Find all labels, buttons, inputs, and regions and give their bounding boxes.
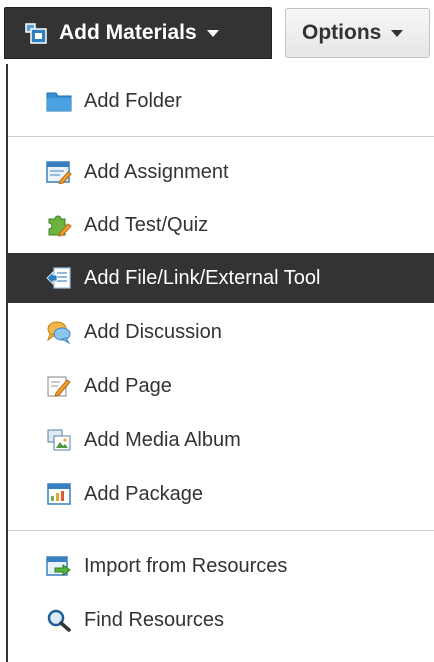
menu-item-add-page[interactable]: Add Page	[8, 361, 434, 411]
find-search-icon	[46, 608, 72, 632]
options-button[interactable]: Options	[285, 8, 430, 58]
menu-item-import-from-resources[interactable]: Import from Resources	[8, 541, 434, 591]
menu-item-add-folder[interactable]: Add Folder	[8, 76, 434, 126]
menu-item-label: Add Assignment	[84, 161, 229, 183]
test-quiz-icon	[46, 213, 72, 237]
menu-item-label: Add File/Link/External Tool	[84, 267, 321, 289]
menu-divider	[8, 530, 434, 531]
add-materials-icon	[23, 20, 49, 46]
assignment-icon	[46, 160, 72, 185]
chevron-down-icon	[391, 29, 404, 37]
menu-item-label: Add Folder	[84, 90, 182, 112]
media-album-icon	[46, 428, 72, 452]
discussion-icon	[46, 320, 72, 345]
menu-item-add-media-album[interactable]: Add Media Album	[8, 415, 434, 465]
package-icon	[46, 482, 72, 506]
add-materials-label: Add Materials	[59, 21, 197, 44]
menu-item-label: Add Page	[84, 375, 172, 397]
menu-item-find-resources[interactable]: Find Resources	[8, 595, 434, 645]
menu-item-add-discussion[interactable]: Add Discussion	[8, 307, 434, 357]
add-materials-button[interactable]: Add Materials	[4, 7, 272, 59]
menu-item-add-file-link-external-tool[interactable]: Add File/Link/External Tool	[8, 253, 434, 303]
menu-item-label: Import from Resources	[84, 555, 288, 577]
menu-item-label: Add Test/Quiz	[84, 214, 209, 236]
folder-icon	[46, 89, 72, 113]
file-link-icon	[46, 266, 72, 290]
menu-item-add-test-quiz[interactable]: Add Test/Quiz	[8, 200, 434, 250]
menu-item-label: Add Discussion	[84, 321, 222, 343]
options-label: Options	[302, 21, 382, 44]
add-materials-menu: Add Folder Add Assignment Add Test/Quiz	[6, 64, 434, 662]
page-icon	[46, 374, 72, 398]
menu-item-label: Add Package	[84, 483, 203, 505]
menu-divider	[8, 136, 434, 137]
menu-item-label: Add Media Album	[84, 429, 241, 451]
menu-item-add-assignment[interactable]: Add Assignment	[8, 147, 434, 197]
materials-toolbar: Add Materials Options	[0, 0, 434, 64]
import-icon	[46, 554, 72, 578]
chevron-down-icon	[206, 29, 219, 37]
menu-item-add-package[interactable]: Add Package	[8, 469, 434, 519]
menu-item-label: Find Resources	[84, 609, 225, 631]
